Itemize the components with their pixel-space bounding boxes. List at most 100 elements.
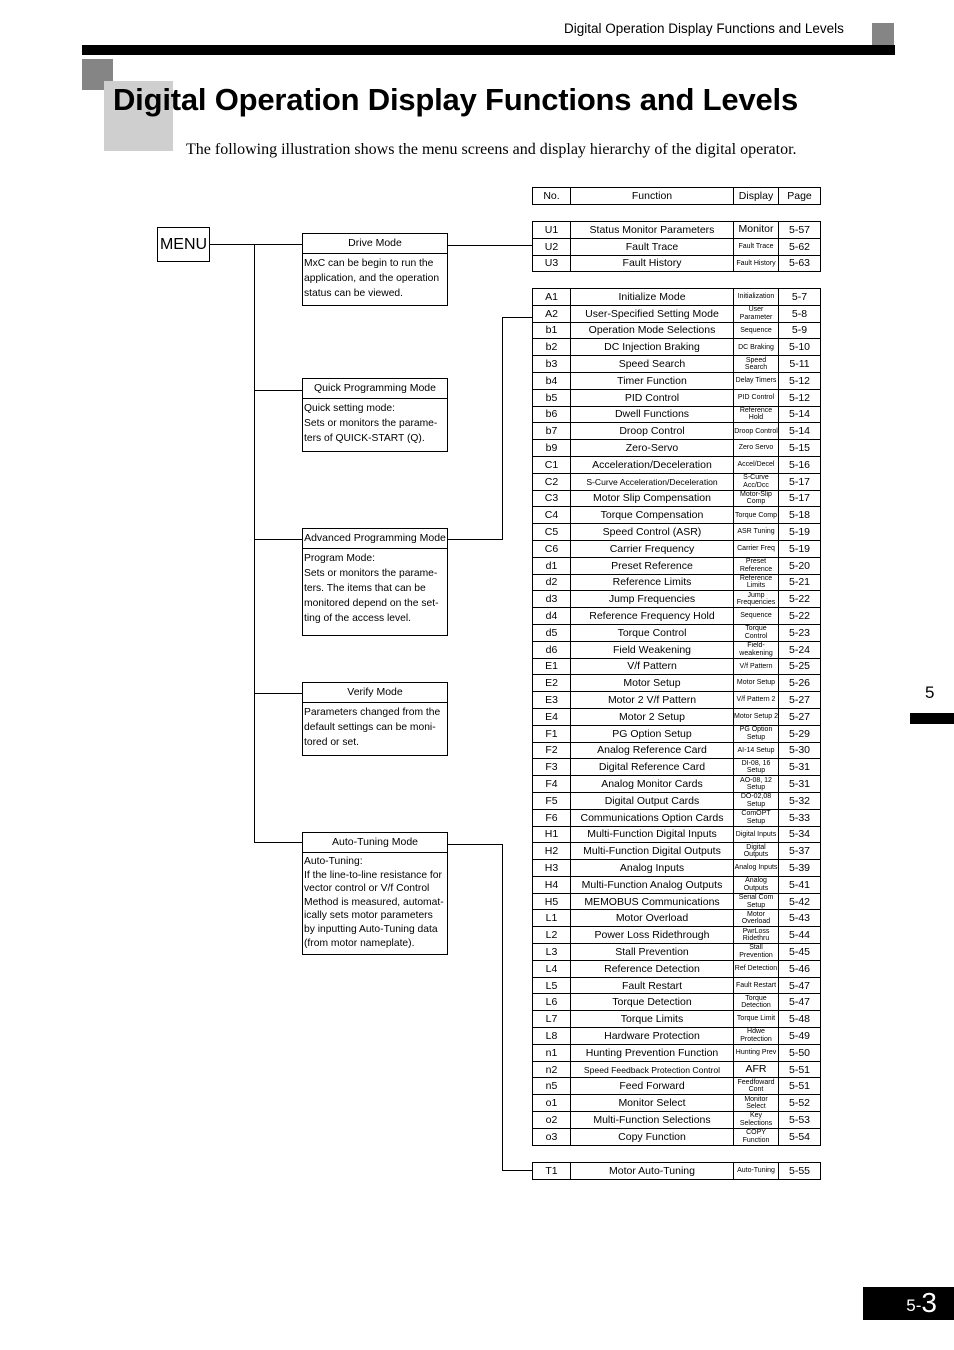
table-row: L4 Reference Detection Ref Detection 5-46	[532, 959, 821, 978]
param-display: Serial Com Setup	[733, 892, 779, 911]
param-function: Speed Control (ASR)	[570, 523, 734, 541]
param-function: Initialize Mode	[570, 288, 734, 306]
param-display: Analog Inputs	[733, 859, 779, 877]
table-row: b5 PID Control PID Control 5-12	[532, 388, 821, 407]
param-number: F1	[532, 724, 571, 743]
param-function: Power Loss Ridethrough	[570, 926, 734, 945]
param-page: 5-50	[778, 1043, 821, 1062]
param-page: 5-9	[778, 321, 821, 340]
param-page: 5-19	[778, 539, 821, 558]
auto-tuning-parameter-table: T1 Motor Auto-Tuning Auto-Tuning 5-55	[532, 1162, 821, 1180]
table-row: A1 Initialize Mode Initialization 5-7	[532, 288, 821, 306]
param-function: MEMOBUS Communications	[570, 892, 734, 911]
param-page: 5-33	[778, 808, 821, 827]
table-row: H1 Multi-Function Digital Inputs Digital I…	[532, 825, 821, 844]
param-page: 5-48	[778, 1010, 821, 1029]
table-row: L5 Fault Restart Fault Restart 5-47	[532, 976, 821, 995]
page-number: 5- 3	[863, 1287, 954, 1320]
param-display: AO-08, 12 Setup	[733, 775, 779, 793]
param-page: 5-31	[778, 758, 821, 777]
mode-box-quick-programming: Quick Programming Mode Quick setting mod…	[302, 378, 448, 452]
param-page: 5-26	[778, 674, 821, 693]
table-row: n1 Hunting Prevention Function Hunting Pre…	[532, 1043, 821, 1062]
param-function: Monitor Select	[570, 1094, 734, 1113]
table-row: U1 Status Monitor Parameters Monitor 5-57	[532, 221, 821, 239]
param-display: AFR	[733, 1060, 779, 1079]
param-page: 5-21	[778, 573, 821, 592]
param-function: Torque Limits	[570, 1010, 734, 1029]
mode-title: Drive Mode	[303, 234, 447, 254]
mode-box-verify: Verify Mode Parameters changed from the …	[302, 682, 448, 756]
param-function: Motor 2 V/f Pattern	[570, 691, 734, 709]
mode-description: Quick setting mode: Sets or monitors the…	[304, 403, 438, 444]
param-number: H2	[532, 842, 571, 861]
table-row: d4 Reference Frequency Hold Sequence 5-22	[532, 607, 821, 625]
param-function: Hunting Prevention Function	[570, 1043, 734, 1062]
param-page: 5-46	[778, 959, 821, 978]
param-page: 5-49	[778, 1027, 821, 1045]
param-display: User Parameter	[733, 304, 779, 323]
param-number: H1	[532, 825, 571, 844]
connector-line	[502, 1170, 532, 1171]
table-row: b4 Timer Function Delay Timers 5-12	[532, 371, 821, 390]
intro-paragraph: The following illustration shows the men…	[186, 141, 797, 158]
connector-line	[502, 844, 503, 1171]
param-function: Multi-Function Digital Inputs	[570, 825, 734, 844]
param-display: Jump Frequencies	[733, 590, 779, 609]
param-display: Field-weakening	[733, 640, 779, 659]
param-page: 5-12	[778, 371, 821, 390]
table-row: C4 Torque Compensation Torque Comp 5-18	[532, 506, 821, 525]
param-display: PwrLoss Ridethru	[733, 926, 779, 945]
param-function: Timer Function	[570, 371, 734, 390]
param-function: Analog Inputs	[570, 859, 734, 877]
param-page: 5-24	[778, 640, 821, 659]
column-header-table: No. Function Display Page	[532, 187, 821, 205]
table-row: E1 V/f Pattern V/f Pattern 5-25	[532, 657, 821, 676]
table-row: F6 Communications Option Cards ComOPT Setu…	[532, 808, 821, 827]
table-row: b3 Speed Search Speed Search 5-11	[532, 355, 821, 373]
table-row: L2 Power Loss Ridethrough PwrLoss Ridethru…	[532, 926, 821, 945]
param-function: Torque Control	[570, 623, 734, 642]
param-number: E3	[532, 691, 571, 709]
param-number: b3	[532, 355, 571, 373]
connector-line	[254, 842, 302, 843]
header-rule	[82, 45, 895, 55]
param-page: 5-27	[778, 707, 821, 726]
param-page: 5-12	[778, 388, 821, 407]
table-row: o1 Monitor Select Monitor Select 5-52	[532, 1094, 821, 1113]
param-function: Acceleration/Deceleration	[570, 455, 734, 474]
param-number: n2	[532, 1060, 571, 1079]
mode-title: Auto-Tuning Mode	[303, 833, 447, 853]
table-row: L8 Hardware Protection Hdwe Protection 5-49	[532, 1027, 821, 1045]
param-display: DI-08, 16 Setup	[733, 758, 779, 777]
table-row: C1 Acceleration/Deceleration Accel/Decel 5-…	[532, 455, 821, 474]
param-page: 5-41	[778, 875, 821, 894]
param-display: Fault History	[733, 254, 779, 273]
mode-description: Auto-Tuning: If the line-to-line resista…	[304, 856, 444, 949]
table-row: E3 Motor 2 V/f Pattern V/f Pattern 2 5-27	[532, 691, 821, 709]
param-function: Motor Setup	[570, 674, 734, 693]
param-display: Hdwe Protection	[733, 1027, 779, 1045]
param-number: F6	[532, 808, 571, 827]
param-number: o2	[532, 1111, 571, 1129]
param-display: Torque Detection	[733, 993, 779, 1012]
header-square-decoration	[872, 23, 894, 45]
param-display: Sequence	[733, 607, 779, 625]
param-number: F5	[532, 791, 571, 810]
param-display: Reference Limits	[733, 573, 779, 592]
param-display: Digital Inputs	[733, 825, 779, 844]
table-row: H2 Multi-Function Digital Outputs Digital …	[532, 842, 821, 861]
table-row: A2 User-Specified Setting Mode User Parame…	[532, 304, 821, 323]
param-function: Motor Overload	[570, 909, 734, 928]
table-row: F1 PG Option Setup PG Option Setup 5-29	[532, 724, 821, 743]
param-number: d6	[532, 640, 571, 659]
table-row: U2 Fault Trace Fault Trace 5-62	[532, 237, 821, 256]
param-display: Hunting Prev	[733, 1043, 779, 1062]
param-page: 5-23	[778, 623, 821, 642]
param-display: Preset Reference	[733, 556, 779, 575]
param-page: 5-52	[778, 1094, 821, 1113]
param-display: Motor Setup	[733, 674, 779, 693]
table-row: F5 Digital Output Cards DO-02,08 Setup 5-32	[532, 791, 821, 810]
param-page: 5-22	[778, 607, 821, 625]
param-page: 5-43	[778, 909, 821, 928]
